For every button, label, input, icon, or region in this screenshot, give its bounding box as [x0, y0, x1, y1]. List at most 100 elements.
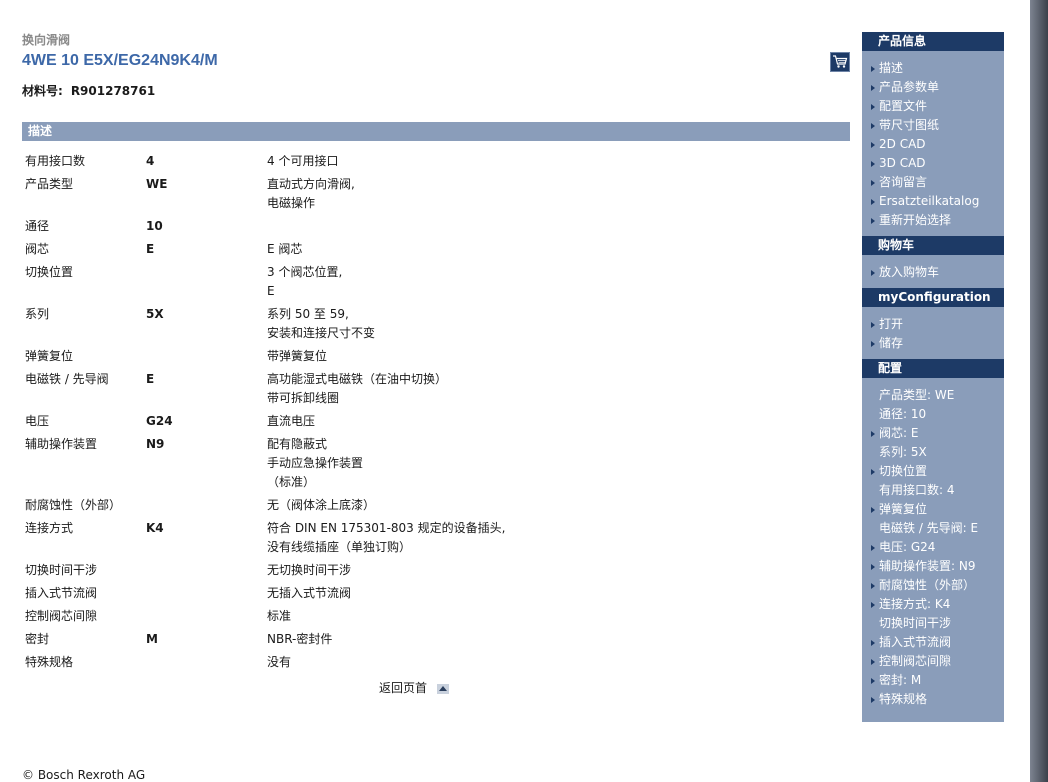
triangle-right-icon: [871, 564, 875, 570]
triangle-right-icon: [871, 545, 875, 551]
sidebar-link-item[interactable]: 配置文件: [862, 97, 1004, 116]
arrow-up-icon[interactable]: [437, 683, 450, 694]
sidebar-item-label: 产品类型: WE: [879, 388, 955, 402]
param-code: 4: [146, 154, 155, 168]
sidebar-item-label: 带尺寸图纸: [879, 118, 940, 132]
param-description-line: 无插入式节流阀: [267, 586, 352, 600]
window-edge: [1030, 0, 1048, 782]
sidebar-item-label: 配置文件: [879, 99, 928, 113]
sidebar-link-item[interactable]: 密封: M: [862, 671, 1004, 690]
param-description-line: 配有隐蔽式: [267, 437, 328, 451]
sidebar-item-label: 控制阀芯间隙: [879, 654, 952, 668]
sidebar-link-item[interactable]: 咨询留言: [862, 173, 1004, 192]
sidebar-static-item: 切换时间干涉: [862, 614, 1004, 633]
sidebar-item-label: 系列: 5X: [879, 445, 927, 459]
sidebar-link-item[interactable]: Ersatzteilkatalog: [862, 192, 1004, 211]
sidebar-link-item[interactable]: 阀芯: E: [862, 424, 1004, 443]
sidebar-link-item[interactable]: 描述: [862, 59, 1004, 78]
back-to-top[interactable]: 返回页首: [379, 679, 450, 697]
material-number-value: R901278761: [70, 84, 156, 98]
param-code: [146, 496, 267, 519]
add-to-cart-button[interactable]: [830, 52, 850, 72]
sidebar-link-item[interactable]: 带尺寸图纸: [862, 116, 1004, 135]
param-code: K4: [146, 521, 164, 535]
param-description-line: 手动应急操作装置: [267, 456, 364, 470]
param-code: M: [146, 632, 158, 646]
sidebar-link-item[interactable]: 产品参数单: [862, 78, 1004, 97]
param-code: E: [146, 242, 155, 256]
param-description-line: 电磁操作: [267, 196, 316, 210]
param-code: WE: [146, 177, 168, 191]
sidebar-link-item[interactable]: 耐腐蚀性（外部）: [862, 576, 1004, 595]
sidebar-static-item: 通径: 10: [862, 405, 1004, 424]
sidebar-link-item[interactable]: 辅助操作装置: N9: [862, 557, 1004, 576]
sidebar-section-list: 打开 储存: [862, 307, 1004, 359]
sidebar-section-list: 产品类型: WE 通径: 10 阀芯: E 系列: 5X 切换位置 有用接口数: 4 弹簧复…: [862, 378, 1004, 715]
param-name: 系列: [25, 307, 50, 321]
sidebar-static-item: 电磁铁 / 先导阀: E: [862, 519, 1004, 538]
sidebar-item-label: 咨询留言: [879, 175, 928, 189]
param-row: 密封 M NBR-密封件: [22, 630, 827, 653]
sidebar-link-item[interactable]: 特殊规格: [862, 690, 1004, 709]
param-name: 阀芯: [25, 242, 50, 256]
sidebar-link-item[interactable]: 电压: G24: [862, 538, 1004, 557]
param-row: 耐腐蚀性（外部） 无（阀体涂上底漆）: [22, 496, 827, 519]
param-name: 产品类型: [25, 177, 74, 191]
param-row: 产品类型 WE 直动式方向滑阀, 电磁操作: [22, 175, 827, 217]
param-description-line: （标准）: [267, 475, 316, 489]
triangle-right-icon: [871, 85, 875, 91]
param-description: 无切换时间干涉: [267, 561, 827, 584]
sidebar-link-item[interactable]: 储存: [862, 334, 1004, 353]
param-row: 电磁铁 / 先导阀 E 高功能湿式电磁铁（在油中切换） 带可拆卸线圈: [22, 370, 827, 412]
sidebar-link-item[interactable]: 放入购物车: [862, 263, 1004, 282]
param-row: 辅助操作装置 N9 配有隐蔽式 手动应急操作装置 （标准）: [22, 435, 827, 496]
sidebar-item-label: 3D CAD: [879, 156, 926, 170]
param-row: 通径 10: [22, 217, 827, 240]
sidebar-link-item[interactable]: 弹簧复位: [862, 500, 1004, 519]
triangle-right-icon: [871, 218, 875, 224]
param-code: [146, 607, 267, 630]
param-name: 耐腐蚀性（外部）: [25, 498, 122, 512]
sidebar-item-label: 电磁铁 / 先导阀: E: [879, 521, 979, 535]
param-name: 连接方式: [25, 521, 74, 535]
param-description-line: 标准: [267, 609, 292, 623]
sidebar-link-item[interactable]: 打开: [862, 315, 1004, 334]
sidebar-item-label: 通径: 10: [879, 407, 927, 421]
param-name: 密封: [25, 632, 50, 646]
param-description: 3 个阀芯位置, E: [267, 263, 827, 305]
param-code: 5X: [146, 307, 164, 321]
sidebar-link-item[interactable]: 切换位置: [862, 462, 1004, 481]
param-row: 电压 G24 直流电压: [22, 412, 827, 435]
param-description: 直动式方向滑阀, 电磁操作: [267, 175, 827, 217]
sidebar-link-item[interactable]: 插入式节流阀: [862, 633, 1004, 652]
sidebar-link-item[interactable]: 重新开始选择: [862, 211, 1004, 230]
param-code: [146, 584, 267, 607]
sidebar-item-label: 描述: [879, 61, 904, 75]
param-description-line: 高功能湿式电磁铁（在油中切换）: [267, 372, 448, 386]
param-row: 特殊规格 没有: [22, 653, 827, 676]
triangle-right-icon: [871, 104, 875, 110]
sidebar-link-item[interactable]: 控制阀芯间隙: [862, 652, 1004, 671]
triangle-right-icon: [871, 678, 875, 684]
sidebar-link-item[interactable]: 连接方式: K4: [862, 595, 1004, 614]
param-description: 标准: [267, 607, 827, 630]
sidebar-section-header: 产品信息: [862, 32, 1004, 51]
sidebar-item-label: 产品参数单: [879, 80, 940, 94]
param-description-line: NBR-密封件: [267, 632, 333, 646]
param-code: 10: [146, 219, 163, 233]
param-row: 切换时间干涉 无切换时间干涉: [22, 561, 827, 584]
sidebar-item-label: 重新开始选择: [879, 213, 952, 227]
sidebar-static-item: 产品类型: WE: [862, 386, 1004, 405]
back-to-top-link[interactable]: 返回页首: [379, 681, 427, 695]
sidebar-section-header: myConfiguration: [862, 288, 1004, 307]
param-name: 辅助操作装置: [25, 437, 98, 451]
sidebar-link-item[interactable]: 3D CAD: [862, 154, 1004, 173]
sidebar-item-label: 2D CAD: [879, 137, 926, 151]
param-description-line: 无切换时间干涉: [267, 563, 352, 577]
param-code: [146, 561, 267, 584]
param-description-line: 3 个阀芯位置,: [267, 265, 343, 279]
sidebar-link-item[interactable]: 2D CAD: [862, 135, 1004, 154]
param-name: 弹簧复位: [25, 349, 74, 363]
triangle-right-icon: [871, 142, 875, 148]
param-row: 阀芯 E E 阀芯: [22, 240, 827, 263]
